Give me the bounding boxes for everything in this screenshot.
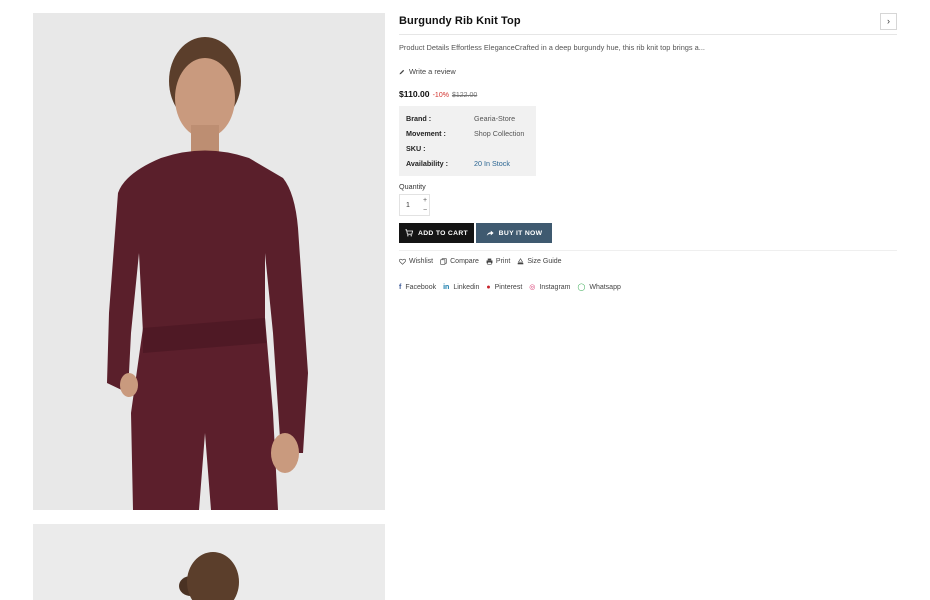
meta-brand-value[interactable]: Gearia-Store (474, 114, 515, 123)
product-image-main[interactable] (33, 13, 385, 510)
share-whatsapp[interactable]: ◯ Whatsapp (578, 284, 621, 291)
compare-icon (440, 258, 447, 265)
write-review-label: Write a review (409, 67, 456, 76)
buy-now-label: BUY IT NOW (498, 229, 543, 237)
model-photo (33, 13, 385, 510)
print-label: Print (495, 258, 511, 265)
wishlist-link[interactable]: Wishlist (399, 258, 433, 265)
meta-brand-label: Brand : (406, 114, 432, 123)
linkedin-label: Linkedin (453, 284, 480, 291)
whatsapp-label: Whatsapp (589, 284, 621, 291)
meta-movement-value[interactable]: Shop Collection (474, 129, 524, 138)
instagram-label: Instagram (539, 284, 571, 291)
size-guide-label: Size Guide (527, 258, 562, 265)
meta-availability-value: 20 In Stock (474, 159, 510, 168)
title-divider (399, 34, 897, 35)
next-product-button[interactable]: › (880, 13, 897, 30)
discount-badge: -10% (432, 92, 449, 99)
write-review-link[interactable]: Write a review (399, 67, 456, 76)
chevron-right-icon: › (887, 16, 890, 26)
whatsapp-icon: ◯ (577, 284, 586, 291)
add-to-cart-label: ADD TO CART (418, 229, 468, 237)
share-facebook[interactable]: f Facebook (399, 284, 436, 291)
product-meta-box: Brand : Gearia-Store Movement : Shop Col… (399, 106, 536, 176)
share-linkedin[interactable]: in Linkedin (443, 284, 479, 291)
compare-link[interactable]: Compare (440, 258, 479, 265)
add-to-cart-button[interactable]: ADD TO CART (399, 223, 474, 243)
product-title: Burgundy Rib Knit Top (399, 15, 521, 27)
facebook-label: Facebook (405, 284, 437, 291)
product-tools: Wishlist Compare Print Size Guide (399, 258, 562, 265)
meta-availability-label: Availability : (406, 159, 449, 168)
price-row: $110.00 -10% $122.00 (399, 89, 477, 99)
quantity-plus-button[interactable]: + (421, 196, 429, 205)
social-share: f Facebook in Linkedin ● Pinterest ◎ Ins… (399, 284, 621, 291)
ruler-icon (518, 258, 524, 265)
heart-icon (399, 258, 406, 265)
compare-price: $122.00 (451, 92, 478, 99)
pencil-icon (399, 69, 405, 74)
quantity-minus-button[interactable]: − (421, 206, 429, 215)
wishlist-label: Wishlist (409, 258, 434, 265)
compare-label: Compare (450, 258, 479, 265)
share-pinterest[interactable]: ● Pinterest (486, 284, 522, 291)
pinterest-icon: ● (486, 284, 491, 291)
product-image-secondary[interactable] (33, 524, 385, 600)
actions-divider (399, 250, 897, 251)
instagram-icon: ◎ (529, 284, 536, 291)
cart-icon (405, 229, 413, 237)
buy-now-button[interactable]: BUY IT NOW (476, 223, 552, 243)
current-price: $110.00 (399, 89, 430, 99)
share-instagram[interactable]: ◎ Instagram (529, 284, 570, 291)
size-guide-link[interactable]: Size Guide (517, 258, 562, 265)
model-photo-2 (33, 524, 385, 600)
facebook-icon: f (399, 284, 402, 291)
quantity-stepper[interactable]: 1 + − (399, 194, 430, 216)
quantity-input[interactable]: 1 (406, 202, 410, 209)
pinterest-label: Pinterest (494, 284, 523, 291)
print-link[interactable]: Print (486, 258, 510, 265)
product-description: Product Details Effortless EleganceCraft… (399, 43, 705, 52)
meta-movement-label: Movement : (406, 129, 446, 138)
quantity-label: Quantity (399, 182, 426, 191)
linkedin-icon: in (443, 284, 450, 291)
meta-sku-label: SKU : (406, 144, 426, 153)
printer-icon (486, 258, 493, 265)
share-arrow-icon (486, 230, 494, 236)
